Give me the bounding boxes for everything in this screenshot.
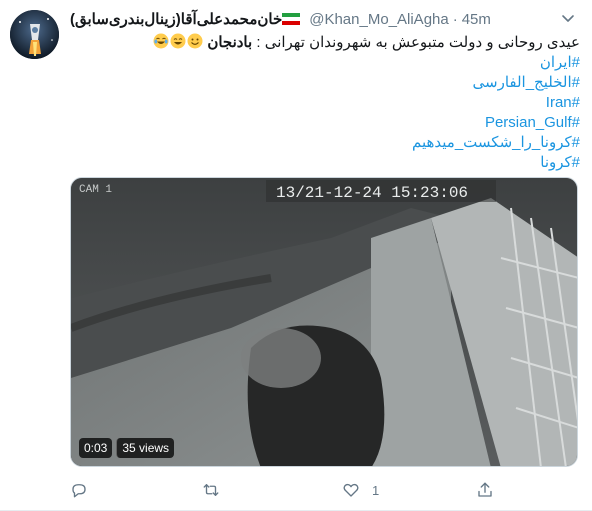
video-duration: 0:03 bbox=[79, 438, 113, 458]
display-name[interactable]: خان‌محمدعلی‌آقا(زینال‌بندری‌سابق) bbox=[70, 10, 282, 28]
tweet-bold-text: بادنجان bbox=[207, 34, 253, 51]
video-player[interactable]: 13/21-12-24 15:23:06 CAM 1 0:03 35 views bbox=[70, 177, 578, 467]
like-button[interactable]: 1 bbox=[342, 478, 379, 502]
reply-icon bbox=[72, 484, 86, 498]
tweet[interactable]: خان‌محمدعلی‌آقا(زینال‌بندری‌سابق) @Khan_… bbox=[0, 0, 592, 511]
chevron-down-icon bbox=[562, 15, 574, 22]
tweet-main-line: عیدی روحانی و دولت متبوعش به شهروندان ته… bbox=[70, 33, 580, 53]
video-views: 35 views bbox=[116, 438, 175, 458]
hashtag-link[interactable]: #Iran bbox=[70, 93, 580, 113]
avatar-image bbox=[10, 10, 59, 59]
separator-dot: · bbox=[452, 10, 458, 28]
avatar[interactable] bbox=[10, 10, 59, 59]
tweet-header: خان‌محمدعلی‌آقا(زینال‌بندری‌سابق) @Khan_… bbox=[70, 9, 552, 29]
hashtag-link[interactable]: #کرونا bbox=[70, 153, 580, 173]
heart-icon bbox=[343, 483, 359, 497]
tweet-text: عیدی روحانی و دولت متبوعش به شهروندان ته… bbox=[70, 33, 580, 173]
video-overlay-timestamp: 13/21-12-24 15:23:06 bbox=[276, 184, 468, 202]
laughing-face-icon bbox=[153, 33, 169, 49]
tweet-actions: 1 bbox=[70, 478, 510, 502]
retweet-button[interactable] bbox=[202, 478, 232, 502]
video-badge: 0:03 35 views bbox=[79, 438, 175, 458]
hashtag-link[interactable]: #کرونا_را_شکست_میدهیم bbox=[70, 133, 580, 153]
iran-flag-icon bbox=[282, 13, 301, 25]
reply-button[interactable] bbox=[70, 478, 100, 502]
hashtag-link[interactable]: #ایران bbox=[70, 53, 580, 73]
hashtag-link[interactable]: #الخلیج_الفارسی bbox=[70, 73, 581, 93]
tweet-main-text: عیدی روحانی و دولت متبوعش به شهروندان ته… bbox=[252, 34, 580, 51]
video-overlay-corner: CAM 1 bbox=[79, 184, 112, 196]
user-handle[interactable]: @Khan_Mo_AliAgha bbox=[309, 11, 448, 28]
share-icon bbox=[478, 482, 492, 497]
share-button[interactable] bbox=[476, 478, 506, 502]
retweet-icon bbox=[203, 484, 219, 496]
like-count: 1 bbox=[372, 482, 380, 498]
video-frame: 13/21-12-24 15:23:06 CAM 1 bbox=[71, 178, 577, 466]
smiling-face-icon bbox=[187, 33, 203, 49]
tweet-time[interactable]: 45m bbox=[462, 11, 491, 28]
more-options-button[interactable] bbox=[558, 8, 578, 28]
hashtag-link[interactable]: #Persian_Gulf bbox=[70, 113, 580, 133]
grinning-face-icon bbox=[170, 33, 186, 49]
